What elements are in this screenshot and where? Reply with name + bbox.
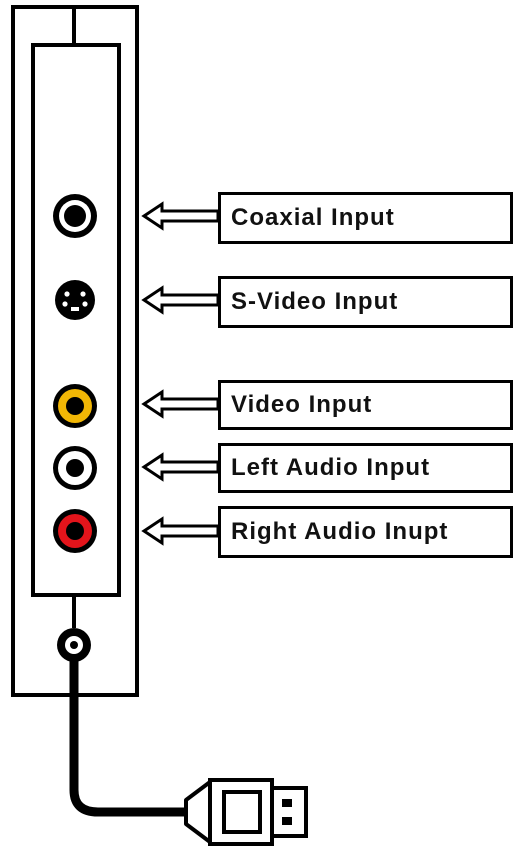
arrow-video <box>141 389 220 419</box>
arrow-right-audio <box>141 516 220 546</box>
label-video-input: Video Input <box>218 380 513 430</box>
label-video-input-text: Video Input <box>231 391 373 418</box>
label-svideo-input: S-Video Input <box>218 276 513 328</box>
video-rca-port-icon <box>53 384 97 428</box>
label-svideo-input-text: S-Video Input <box>231 288 399 315</box>
label-left-audio-input: Left Audio Input <box>218 443 513 493</box>
left-audio-rca-port-icon <box>53 446 97 490</box>
label-coaxial-input-text: Coaxial Input <box>231 204 395 231</box>
label-right-audio-input-text: Right Audio Inupt <box>231 518 449 545</box>
arrow-coaxial <box>141 201 220 231</box>
svideo-port-icon <box>55 280 95 320</box>
right-audio-rca-port-icon <box>53 509 97 553</box>
coaxial-port-icon <box>53 194 97 238</box>
arrow-svideo <box>141 285 220 315</box>
label-right-audio-input: Right Audio Inupt <box>218 506 513 558</box>
label-left-audio-input-text: Left Audio Input <box>231 454 431 481</box>
usb-plug-icon <box>184 778 308 846</box>
arrow-left-audio <box>141 452 220 482</box>
label-coaxial-input: Coaxial Input <box>218 192 513 244</box>
